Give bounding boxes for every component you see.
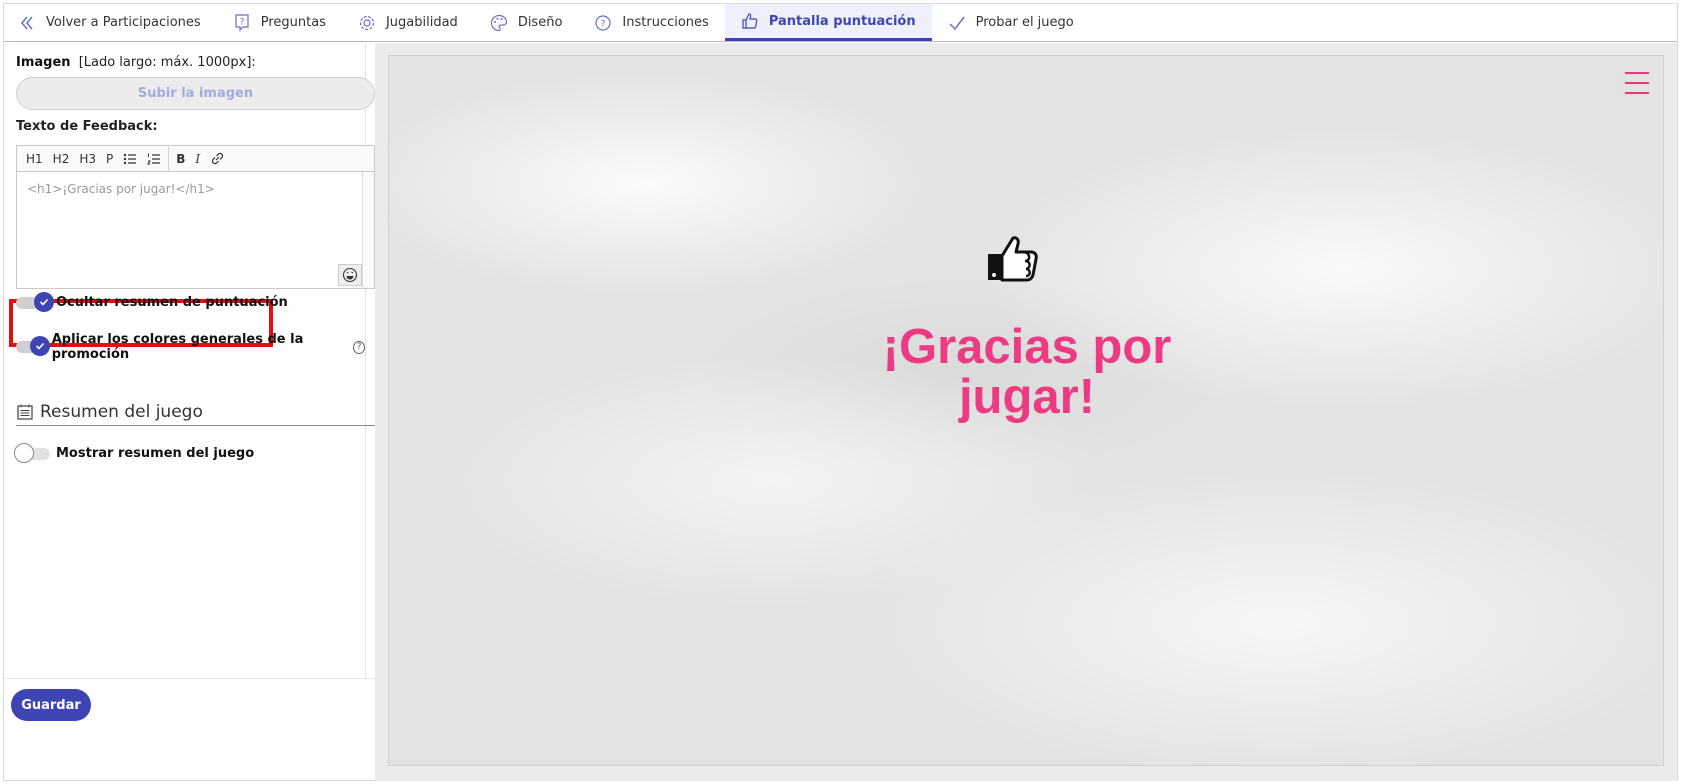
emoji-icon[interactable] — [338, 264, 362, 286]
settings-panel: Imagen [Lado largo: máx. 1000px]: Subir … — [4, 43, 375, 730]
svg-text:?: ? — [239, 17, 244, 27]
bullet-list-icon[interactable] — [123, 152, 137, 166]
tab-pantalla-puntuacion[interactable]: Pantalla puntuación — [724, 4, 932, 41]
image-hint: [Lado largo: máx. 1000px]: — [78, 55, 256, 70]
feedback-editor: H1 H2 H3 P B I <h1>¡Gracias por jugar!</… — [16, 145, 375, 289]
tab-label: Instrucciones — [622, 15, 709, 30]
back-label: Volver a Participaciones — [46, 15, 201, 30]
toolbar-divider — [168, 146, 170, 171]
tab-label: Pantalla puntuación — [768, 13, 916, 29]
h2-button[interactable]: H2 — [53, 152, 70, 166]
calendar-icon — [16, 403, 34, 421]
app-frame: Volver a Participaciones ? Preguntas Jug… — [3, 3, 1678, 781]
tab-instrucciones[interactable]: ? Instrucciones — [578, 4, 724, 41]
game-summary-section: Resumen del juego — [16, 398, 375, 426]
show-summary-label: Mostrar resumen del juego — [56, 446, 255, 461]
checkmark-icon — [948, 14, 966, 32]
question-bubble-icon: ? — [233, 13, 251, 32]
hide-score-toggle-row[interactable]: Ocultar resumen de puntuación — [16, 291, 288, 312]
bold-button[interactable]: B — [176, 152, 185, 166]
help-icon[interactable]: ? — [353, 340, 365, 354]
tab-jugabilidad[interactable]: Jugabilidad — [342, 4, 474, 41]
editor-toolbar: H1 H2 H3 P B I — [17, 146, 374, 172]
preview-area: ¡Gracias por jugar! — [375, 43, 1677, 781]
image-label-row: Imagen [Lado largo: máx. 1000px]: — [16, 55, 256, 70]
tab-label: Jugabilidad — [385, 15, 458, 30]
double-chevron-left-icon — [18, 14, 36, 32]
check-icon — [29, 336, 50, 356]
hide-score-toggle[interactable] — [16, 291, 54, 312]
toggle-knob — [14, 442, 34, 463]
paragraph-button[interactable]: P — [106, 152, 113, 166]
hamburger-menu-icon[interactable] — [1625, 72, 1649, 94]
section-title: Resumen del juego — [40, 401, 203, 422]
show-summary-toggle-row[interactable]: Mostrar resumen del juego — [14, 442, 255, 463]
back-to-participations-link[interactable]: Volver a Participaciones — [4, 4, 217, 41]
tab-probar-juego[interactable]: Probar el juego — [932, 4, 1090, 41]
tab-diseno[interactable]: Diseño — [474, 4, 579, 41]
upload-image-button[interactable]: Subir la imagen — [16, 77, 375, 110]
italic-button[interactable]: I — [195, 152, 200, 166]
save-button[interactable]: Guardar — [11, 689, 91, 721]
tab-label: Probar el juego — [975, 15, 1074, 30]
check-icon — [34, 291, 54, 312]
gear-icon — [358, 14, 376, 32]
tab-preguntas[interactable]: ? Preguntas — [217, 4, 342, 41]
apply-colors-toggle[interactable] — [16, 336, 50, 356]
apply-colors-toggle-row[interactable]: Aplicar los colores generales de la prom… — [16, 332, 365, 362]
question-circle-icon: ? — [594, 14, 612, 32]
svg-text:?: ? — [601, 19, 606, 29]
thumbs-up-icon — [741, 12, 759, 30]
show-summary-toggle[interactable] — [14, 442, 50, 463]
link-icon[interactable] — [210, 151, 225, 166]
apply-colors-label: Aplicar los colores generales de la prom… — [51, 332, 304, 362]
editor-content[interactable]: <h1>¡Gracias por jugar!</h1> — [17, 172, 362, 288]
feedback-label: Texto de Feedback: — [16, 119, 158, 134]
game-preview: ¡Gracias por jugar! — [388, 55, 1664, 766]
h1-button[interactable]: H1 — [26, 152, 43, 166]
editor-scrollbar[interactable] — [362, 172, 374, 288]
tab-label: Preguntas — [260, 15, 326, 30]
tab-label: Diseño — [517, 15, 563, 30]
thank-you-line1: ¡Gracias por — [882, 320, 1172, 374]
thank-you-heading: ¡Gracias por jugar! — [389, 322, 1665, 422]
h3-button[interactable]: H3 — [79, 152, 96, 166]
image-label: Imagen — [16, 55, 71, 70]
hide-score-label: Ocultar resumen de puntuación — [56, 295, 288, 310]
palette-icon — [490, 14, 508, 32]
numbered-list-icon[interactable] — [147, 152, 161, 166]
thank-you-line2: jugar! — [958, 370, 1096, 424]
save-bar: Guardar — [4, 678, 402, 730]
thumbs-up-icon — [986, 234, 1042, 286]
top-nav: Volver a Participaciones ? Preguntas Jug… — [4, 4, 1677, 42]
